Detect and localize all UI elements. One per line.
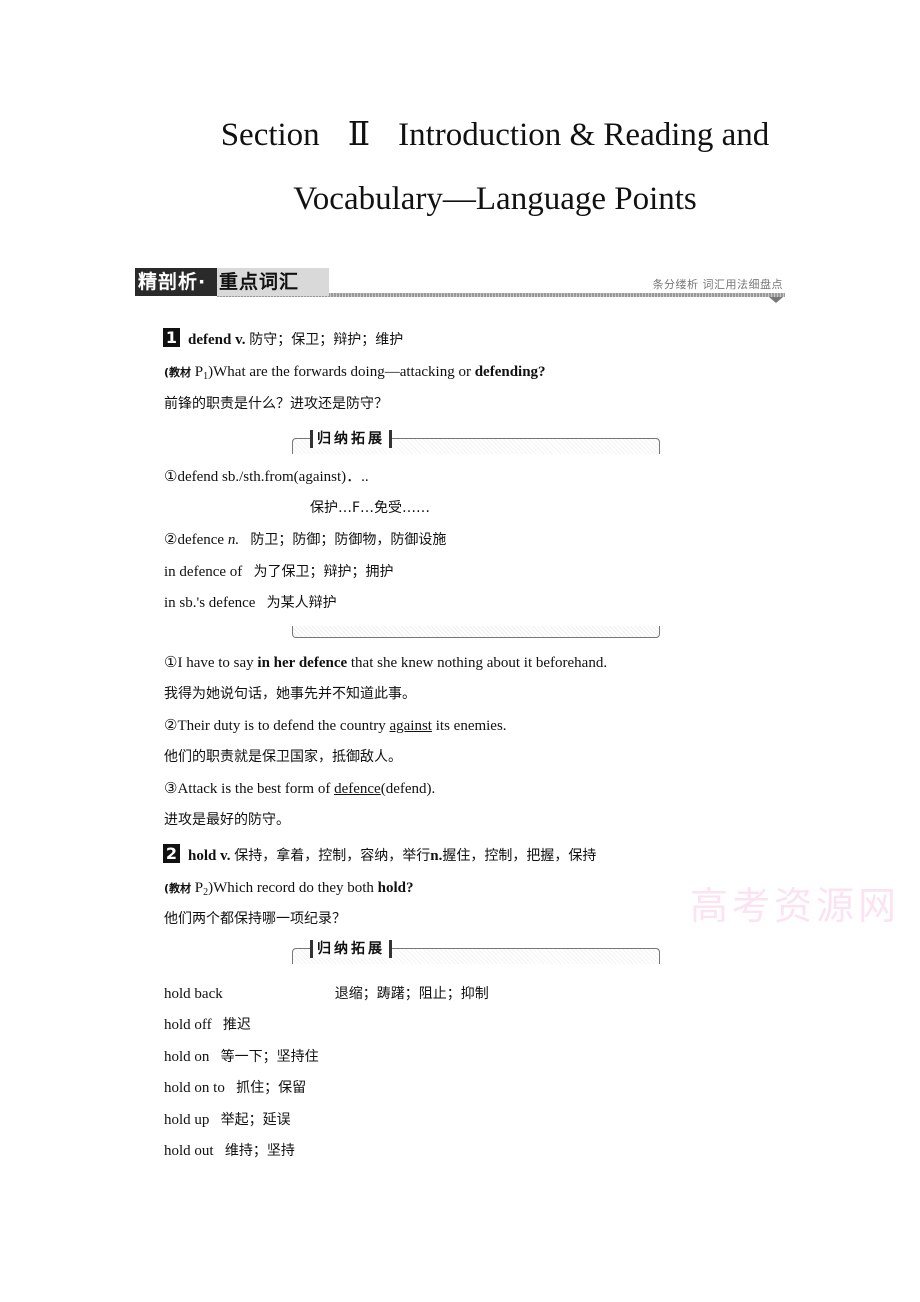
box-line: in defence of 为了保卫；辩护；拥护: [164, 564, 394, 580]
summary-box-header: 归纳拓展: [292, 940, 660, 964]
phrase-item: hold up 举起；延误: [164, 1112, 291, 1128]
entry-headword-line: hold v. 保持，拿着，控制，容纳，举行n.握住，控制，把握，保持: [188, 848, 597, 864]
phrase-item: hold on to 抓住；保留: [164, 1080, 307, 1096]
headword: hold v.: [188, 848, 231, 864]
page-title-line-2: Vocabulary—Language Points: [293, 181, 697, 217]
headword-meaning: 防守；保卫；辩护；维护: [249, 332, 404, 348]
entry-number-badge: 2: [163, 844, 180, 863]
summary-box-label: 归纳拓展: [310, 430, 392, 448]
example-sentence: ③Attack is the best form of defence(defe…: [164, 781, 436, 797]
title-section-word: Section: [220, 117, 320, 153]
watermark: 高考资源网: [690, 884, 901, 928]
example-translation: 我得为她说句话，她事先并不知道此事。: [164, 686, 416, 702]
source-example: (教材 P2)Which record do they both hold?: [164, 880, 414, 898]
box-line: ①defend sb./sth.from(against)．..: [164, 469, 369, 485]
box-line: ②defence n. 防卫；防御；防御物，防御设施: [164, 532, 447, 548]
page-title-line-1: Section Ⅱ Introduction & Reading and: [0, 103, 920, 167]
box-line-translation: 保护…F…免受……: [310, 500, 431, 516]
source-example-translation: 他们两个都保持哪一项纪录？: [164, 911, 346, 927]
entry-headword-line: defend v. 防守；保卫；辩护；维护: [188, 330, 403, 350]
entry-number-badge: 1: [163, 328, 180, 347]
example-translation: 进攻是最好的防守。: [164, 812, 290, 828]
phrase-item: hold on 等一下；坚持住: [164, 1049, 319, 1065]
banner-light-label: 重点词汇: [217, 268, 329, 296]
banner-dark-label: 精剖析·: [135, 268, 217, 296]
title-roman-numeral: Ⅱ: [347, 117, 371, 153]
phrase-item: hold back 退缩；踌躇；阻止；抑制: [164, 986, 489, 1002]
title-rest: Introduction & Reading and: [398, 117, 770, 153]
source-example: (教材 P1)What are the forwards doing—attac…: [164, 364, 546, 382]
example-sentence: ②Their duty is to defend the country aga…: [164, 718, 507, 734]
section-banner: 精剖析· 重点词汇 条分缕析 词汇用法细盘点: [135, 268, 785, 304]
headword-meaning: 保持，拿着，控制，容纳，举行: [234, 848, 431, 864]
example-sentence: ①I have to say in her defence that she k…: [164, 655, 608, 671]
source-example-translation: 前锋的职责是什么？进攻还是防守？: [164, 396, 388, 412]
summary-box-header: 归纳拓展: [292, 430, 660, 454]
summary-box-footer: [292, 626, 660, 638]
box-line: in sb.'s defence 为某人辩护: [164, 595, 337, 611]
phrase-item: hold off 推迟: [164, 1017, 251, 1033]
banner-subtitle: 条分缕析 词汇用法细盘点: [652, 278, 783, 291]
phrase-item: hold out 维持；坚持: [164, 1143, 295, 1159]
summary-box-label: 归纳拓展: [310, 940, 392, 958]
example-translation: 他们的职责就是保卫国家，抵御敌人。: [164, 749, 402, 765]
headword: defend v.: [188, 332, 246, 348]
triangle-down-icon: [769, 297, 783, 303]
